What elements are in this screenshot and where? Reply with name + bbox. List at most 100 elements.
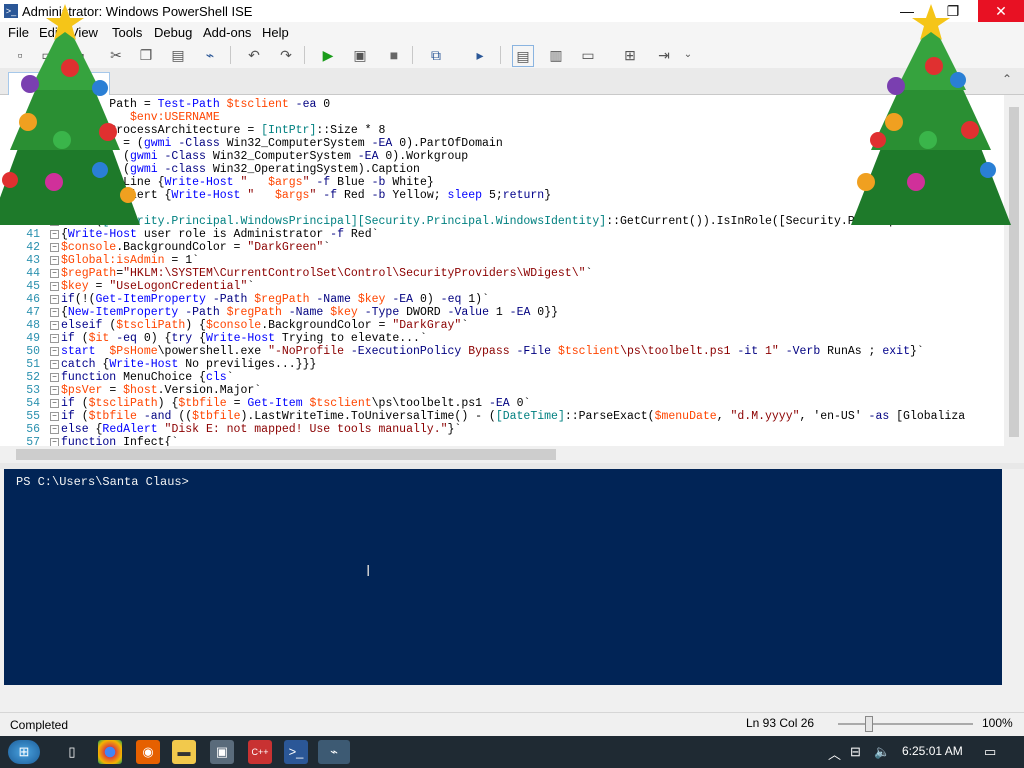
menu-addons[interactable]: Add-ons	[203, 25, 251, 40]
code-line[interactable]: 49 − if ($it -eq 0) {try {Write-Host Tryin…	[0, 332, 1004, 345]
code-line[interactable]: 42 − $console.BackgroundColor = "DarkGreen…	[0, 241, 1004, 254]
fold-toggle-icon[interactable]: −	[50, 308, 59, 317]
tray-chevron-icon[interactable]: ︿	[828, 744, 841, 763]
run-selection-icon[interactable]: ▣	[350, 45, 370, 65]
code-line[interactable]: 47 − {New-ItemProperty -Path $regPath -Nam…	[0, 306, 1004, 319]
console-prompt: PS C:\Users\Santa Claus>	[16, 475, 189, 489]
fold-toggle-icon[interactable]: −	[50, 269, 59, 278]
chrome-icon[interactable]	[98, 740, 122, 764]
line-number: 51	[26, 358, 40, 371]
fold-toggle-icon[interactable]: −	[50, 334, 59, 343]
code-line[interactable]: 55 − if ($tbfile -and (($tbfile).LastWrite…	[0, 410, 1004, 423]
taskbar: ⊞ ▯ ◉ ▬ ▣ C++ >_ ⌁ ︿ ⊟ 🔈 6:25:01 AM ▭	[0, 736, 1024, 768]
code-line[interactable]: 56 − else {RedAlert "Disk E: not mapped! U…	[0, 423, 1004, 436]
scrollbar-thumb[interactable]	[16, 449, 556, 460]
editor-horizontal-scrollbar[interactable]	[0, 446, 1004, 463]
fold-toggle-icon[interactable]: −	[50, 295, 59, 304]
code-line[interactable]: 45 − $key = "UseLogonCredential"`	[0, 280, 1004, 293]
line-number: 54	[26, 397, 40, 410]
code-text: catch {Write-Host No previliges...}}}	[61, 358, 317, 371]
fold-toggle-icon[interactable]: −	[50, 360, 59, 369]
toolbar-separator	[304, 46, 305, 64]
fold-toggle-icon[interactable]: −	[50, 243, 59, 252]
remote-powershell-icon[interactable]: ⧉	[426, 45, 446, 65]
fold-toggle-icon[interactable]: −	[50, 347, 59, 356]
code-text: if ($tscliPath) {$tbfile = Get-Item $tsc…	[61, 397, 531, 410]
code-text: $key = "UseLogonCredential"`	[61, 280, 255, 293]
zoom-slider[interactable]	[838, 723, 973, 725]
fold-toggle-icon[interactable]: −	[50, 425, 59, 434]
volume-icon[interactable]: 🔈	[874, 744, 890, 760]
code-line[interactable]: 43 − $Global:isAdmin = 1`	[0, 254, 1004, 267]
paste-icon[interactable]: ▤	[168, 45, 188, 65]
console-vertical-scrollbar[interactable]	[1004, 469, 1024, 685]
undo-icon[interactable]: ↶	[244, 45, 264, 65]
code-line[interactable]: 52 − function MenuChoice {cls`	[0, 371, 1004, 384]
toolbar-separator	[412, 46, 413, 64]
code-line[interactable]: 50 − start $PsHome\powershell.exe "-NoProf…	[0, 345, 1004, 358]
code-line[interactable]: 44 − $regPath="HKLM:\SYSTEM\CurrentControl…	[0, 267, 1004, 280]
code-text: if ($it -eq 0) {try {Write-Host Trying t…	[61, 332, 427, 345]
code-text: else {RedAlert "Disk E: not mapped! Use …	[61, 423, 462, 436]
fold-toggle-icon[interactable]: −	[50, 438, 59, 446]
cursor-position: Ln 93 Col 26	[746, 716, 815, 730]
line-number: 53	[26, 384, 40, 397]
christmas-tree-right-icon	[851, 4, 1011, 225]
menu-help[interactable]: Help	[262, 25, 289, 40]
fold-toggle-icon[interactable]: −	[50, 399, 59, 408]
show-commands-icon[interactable]: ⊞	[620, 45, 640, 65]
code-line[interactable]: 53 − $psVer = $host.Version.Major`	[0, 384, 1004, 397]
layout-script-max-icon[interactable]: ▭	[578, 45, 598, 65]
console-pane[interactable]: PS C:\Users\Santa Claus> I	[4, 469, 1002, 685]
fold-toggle-icon[interactable]: −	[50, 412, 59, 421]
powershell-taskbar-icon[interactable]: >_	[284, 740, 308, 764]
code-line[interactable]: 51 − catch {Write-Host No previliges...}}}	[0, 358, 1004, 371]
task-view-icon[interactable]: ▯	[60, 740, 84, 764]
code-text: if ($tbfile -and (($tbfile).LastWriteTim…	[61, 410, 966, 423]
remote-desktop-icon[interactable]: ▣	[210, 740, 234, 764]
clock[interactable]: 6:25:01 AM	[902, 744, 963, 758]
line-number: 45	[26, 280, 40, 293]
zoom-slider-thumb[interactable]	[865, 716, 873, 732]
fold-toggle-icon[interactable]: −	[50, 256, 59, 265]
powershell-ise-taskbar-icon[interactable]: ⌁	[318, 740, 350, 764]
code-text: $console.BackgroundColor = "DarkGreen"`	[61, 241, 331, 254]
layout-script-top-icon[interactable]: ▤	[512, 45, 534, 67]
line-number: 57	[26, 436, 40, 446]
powershell-console-icon[interactable]: ▸	[470, 45, 490, 65]
notification-icon[interactable]: ▭	[984, 744, 996, 760]
redo-icon[interactable]: ↷	[276, 45, 296, 65]
code-line[interactable]: 54 − if ($tscliPath) {$tbfile = Get-Item $…	[0, 397, 1004, 410]
code-text: if(!(Get-ItemProperty -Path $regPath -Na…	[61, 293, 489, 306]
code-line[interactable]: 57 − function Infect{`	[0, 436, 1004, 446]
show-addon-icon[interactable]: ⇥	[654, 45, 674, 65]
fold-toggle-icon[interactable]: −	[50, 321, 59, 330]
christmas-tree-left-icon	[0, 4, 140, 225]
line-number: 56	[26, 423, 40, 436]
start-button-icon[interactable]: ⊞	[8, 740, 40, 764]
zoom-level: 100%	[982, 716, 1013, 730]
stop-icon[interactable]: ■	[384, 45, 404, 65]
code-text: $regPath="HKLM:\SYSTEM\CurrentControlSet…	[61, 267, 593, 280]
network-icon[interactable]: ⊟	[850, 744, 861, 760]
toolbar-overflow-icon[interactable]: ⌄	[678, 45, 698, 65]
layout-script-right-icon[interactable]: ▥	[546, 45, 566, 65]
code-line[interactable]: 48 − elseif ($tscliPath) {$console.Backgro…	[0, 319, 1004, 332]
line-number: 48	[26, 319, 40, 332]
fold-toggle-icon[interactable]: −	[50, 373, 59, 382]
file-explorer-icon[interactable]: ▬	[172, 740, 196, 764]
code-text: elseif ($tscliPath) {$console.Background…	[61, 319, 469, 332]
line-number: 43	[26, 254, 40, 267]
status-bar: Completed Ln 93 Col 26 100%	[0, 712, 1024, 737]
fold-toggle-icon[interactable]: −	[50, 282, 59, 291]
fold-toggle-icon[interactable]: −	[50, 386, 59, 395]
clear-console-icon[interactable]: ⌁	[200, 45, 220, 65]
menu-debug[interactable]: Debug	[154, 25, 192, 40]
firefox-icon[interactable]: ◉	[136, 740, 160, 764]
code-line[interactable]: 46 − if(!(Get-ItemProperty -Path $regPath …	[0, 293, 1004, 306]
dev-cpp-icon[interactable]: C++	[248, 740, 272, 764]
code-text: {New-ItemProperty -Path $regPath -Name $…	[61, 306, 558, 319]
code-text: $psVer = $host.Version.Major`	[61, 384, 262, 397]
code-text: function MenuChoice {cls`	[61, 371, 234, 384]
run-script-icon[interactable]: ▶	[318, 45, 338, 65]
